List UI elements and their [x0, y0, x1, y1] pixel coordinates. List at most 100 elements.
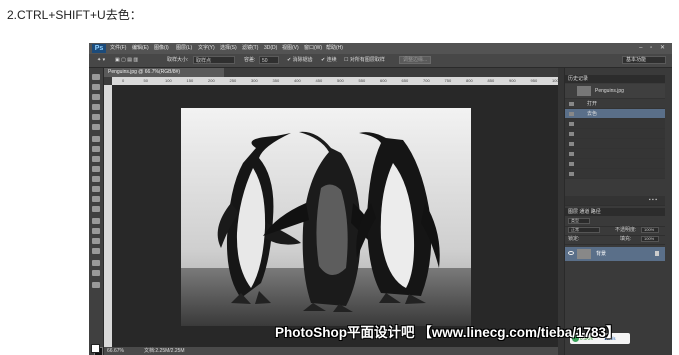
healing-brush-tool-icon[interactable]	[92, 136, 100, 142]
ruler-tick-label: 350	[272, 78, 280, 83]
fill-label: 填充:	[620, 236, 632, 242]
history-state-icon	[569, 172, 574, 176]
menu-help[interactable]: 帮助(H)	[326, 44, 343, 53]
history-state-icon	[569, 132, 574, 136]
history-state-icon	[569, 102, 574, 106]
menu-view[interactable]: 视图(V)	[282, 44, 299, 53]
edit-toolbar-icon[interactable]	[92, 282, 100, 288]
brush-tool-icon[interactable]	[92, 146, 100, 152]
menu-window[interactable]: 窗口(W)	[304, 44, 322, 53]
dodge-tool-icon[interactable]	[92, 206, 100, 212]
path-selection-tool-icon[interactable]	[92, 238, 100, 244]
history-row-label: 去色	[587, 111, 598, 117]
penguins-photo[interactable]	[181, 108, 471, 326]
tolerance-label: 容差:	[244, 57, 256, 63]
lasso-tool-icon[interactable]	[92, 94, 100, 100]
pen-tool-icon[interactable]	[92, 218, 100, 224]
watermark-text: PhotoShop平面设计吧 【www.linecg.com/tieba/178…	[275, 325, 620, 340]
menu-layer[interactable]: 图层(L)	[176, 44, 192, 53]
menu-edit[interactable]: 编辑(E)	[132, 44, 149, 53]
history-brush-tool-icon[interactable]	[92, 166, 100, 172]
document-tab[interactable]: Penguins.jpg @ 66.7%(RGB/8#)	[104, 68, 224, 77]
history-row[interactable]	[565, 159, 665, 169]
magic-wand-icon[interactable]: ✦ ▾	[97, 57, 105, 64]
history-row[interactable]	[565, 169, 665, 179]
menu-image[interactable]: 图像(I)	[154, 44, 169, 53]
history-row[interactable]	[565, 129, 665, 139]
step-caption: 2.CTRL+SHIFT+U去色：	[7, 8, 142, 22]
clone-stamp-tool-icon[interactable]	[92, 156, 100, 162]
visibility-eye-icon[interactable]	[568, 251, 574, 255]
move-tool-icon[interactable]	[92, 74, 100, 80]
menu-filter[interactable]: 滤镜(T)	[242, 44, 258, 53]
refine-edge-button[interactable]: 调整边缘...	[399, 56, 432, 64]
menu-file[interactable]: 文件(F)	[110, 44, 126, 53]
snapshot-label: Penguins.jpg	[595, 88, 624, 94]
layer-row-background[interactable]: 背景	[565, 247, 665, 261]
ruler-tick-label: 900	[509, 78, 516, 83]
trash-icon[interactable]: ▪ ▪ ▪	[649, 196, 657, 205]
photoshop-window: Ps 文件(F) 编辑(E) 图像(I) 图层(L) 文字(Y) 选择(S) 滤…	[89, 43, 672, 355]
eyedropper-tool-icon[interactable]	[92, 124, 100, 130]
canvas-area[interactable]	[112, 85, 558, 347]
magic-wand-tool-icon[interactable]	[92, 104, 100, 110]
menu-3d[interactable]: 3D(D)	[264, 44, 277, 53]
history-snapshot[interactable]: Penguins.jpg	[565, 84, 665, 99]
ruler-tick-label: 0	[122, 78, 125, 83]
blur-tool-icon[interactable]	[92, 196, 100, 202]
history-row[interactable]	[565, 119, 665, 129]
menu-type[interactable]: 文字(Y)	[198, 44, 215, 53]
ruler-tick-label: 550	[358, 78, 366, 83]
lock-fill-row: 锁定: 填充: 100%	[565, 235, 665, 245]
layer-thumbnail	[577, 249, 591, 259]
history-state-icon	[569, 152, 574, 156]
ruler-tick-label: 200	[208, 78, 215, 83]
history-row[interactable]	[565, 139, 665, 149]
history-row-desaturate[interactable]: 去色	[565, 109, 665, 119]
ruler-tick-label: 50	[143, 78, 148, 83]
history-state-icon	[569, 142, 574, 146]
selection-mode-icons[interactable]: ▣ ▢ ▤ ▥	[115, 57, 138, 64]
history-row[interactable]	[565, 149, 665, 159]
menu-bar: Ps 文件(F) 编辑(E) 图像(I) 图层(L) 文字(Y) 选择(S) 滤…	[89, 43, 672, 54]
sample-size-label: 取样大小:	[167, 57, 189, 63]
blend-mode-select[interactable]: 正常	[568, 227, 600, 233]
ruler-tick-label: 250	[229, 78, 237, 83]
menu-select[interactable]: 选择(S)	[220, 44, 237, 53]
opacity-input[interactable]: 100%	[641, 227, 659, 233]
shape-tool-icon[interactable]	[92, 248, 100, 254]
eraser-tool-icon[interactable]	[92, 176, 100, 182]
gradient-tool-icon[interactable]	[92, 186, 100, 192]
window-controls[interactable]: – ▫ ✕	[639, 44, 668, 53]
workspace-select[interactable]: 基本功能	[622, 56, 666, 64]
zoom-tool-icon[interactable]	[92, 270, 100, 276]
layer-kind-select[interactable]: 类型	[568, 218, 590, 224]
sample-all-layers-checkbox[interactable]: ☐ 对所有图层取样	[344, 57, 385, 64]
history-panel-title[interactable]: 历史记录	[565, 75, 665, 83]
layers-panel-tabs[interactable]: 图层 通道 路径	[565, 208, 665, 216]
history-row-label: 打开	[587, 101, 598, 107]
fill-input[interactable]: 100%	[641, 236, 659, 242]
type-tool-icon[interactable]	[92, 228, 100, 234]
anti-alias-checkbox[interactable]: ✔ 消除锯齿	[287, 57, 313, 64]
document-info: 文档:2.25M/2.25M	[144, 348, 185, 354]
ruler-tick-label: 650	[401, 78, 409, 83]
crop-tool-icon[interactable]	[92, 114, 100, 120]
marquee-tool-icon[interactable]	[92, 84, 100, 90]
sample-size-select[interactable]: 取样点	[193, 56, 235, 64]
contiguous-checkbox[interactable]: ✔ 连续	[321, 57, 337, 64]
tolerance-input[interactable]: 50	[259, 56, 279, 64]
sample-all-layers-label: 对所有图层取样	[349, 57, 385, 63]
ruler-tick-label: 750	[444, 78, 452, 83]
history-row-open[interactable]: 打开	[565, 99, 665, 109]
ruler-tick-label: 700	[423, 78, 430, 83]
lock-icon	[655, 251, 659, 256]
snapshot-thumbnail	[577, 86, 591, 96]
vertical-ruler	[104, 85, 112, 347]
zoom-level[interactable]: 66.67%	[107, 347, 124, 355]
foreground-color-swatch[interactable]	[91, 344, 100, 353]
history-state-icon	[569, 112, 574, 116]
history-state-icon	[569, 122, 574, 126]
lock-label: 锁定:	[568, 236, 580, 242]
hand-tool-icon[interactable]	[92, 260, 100, 266]
